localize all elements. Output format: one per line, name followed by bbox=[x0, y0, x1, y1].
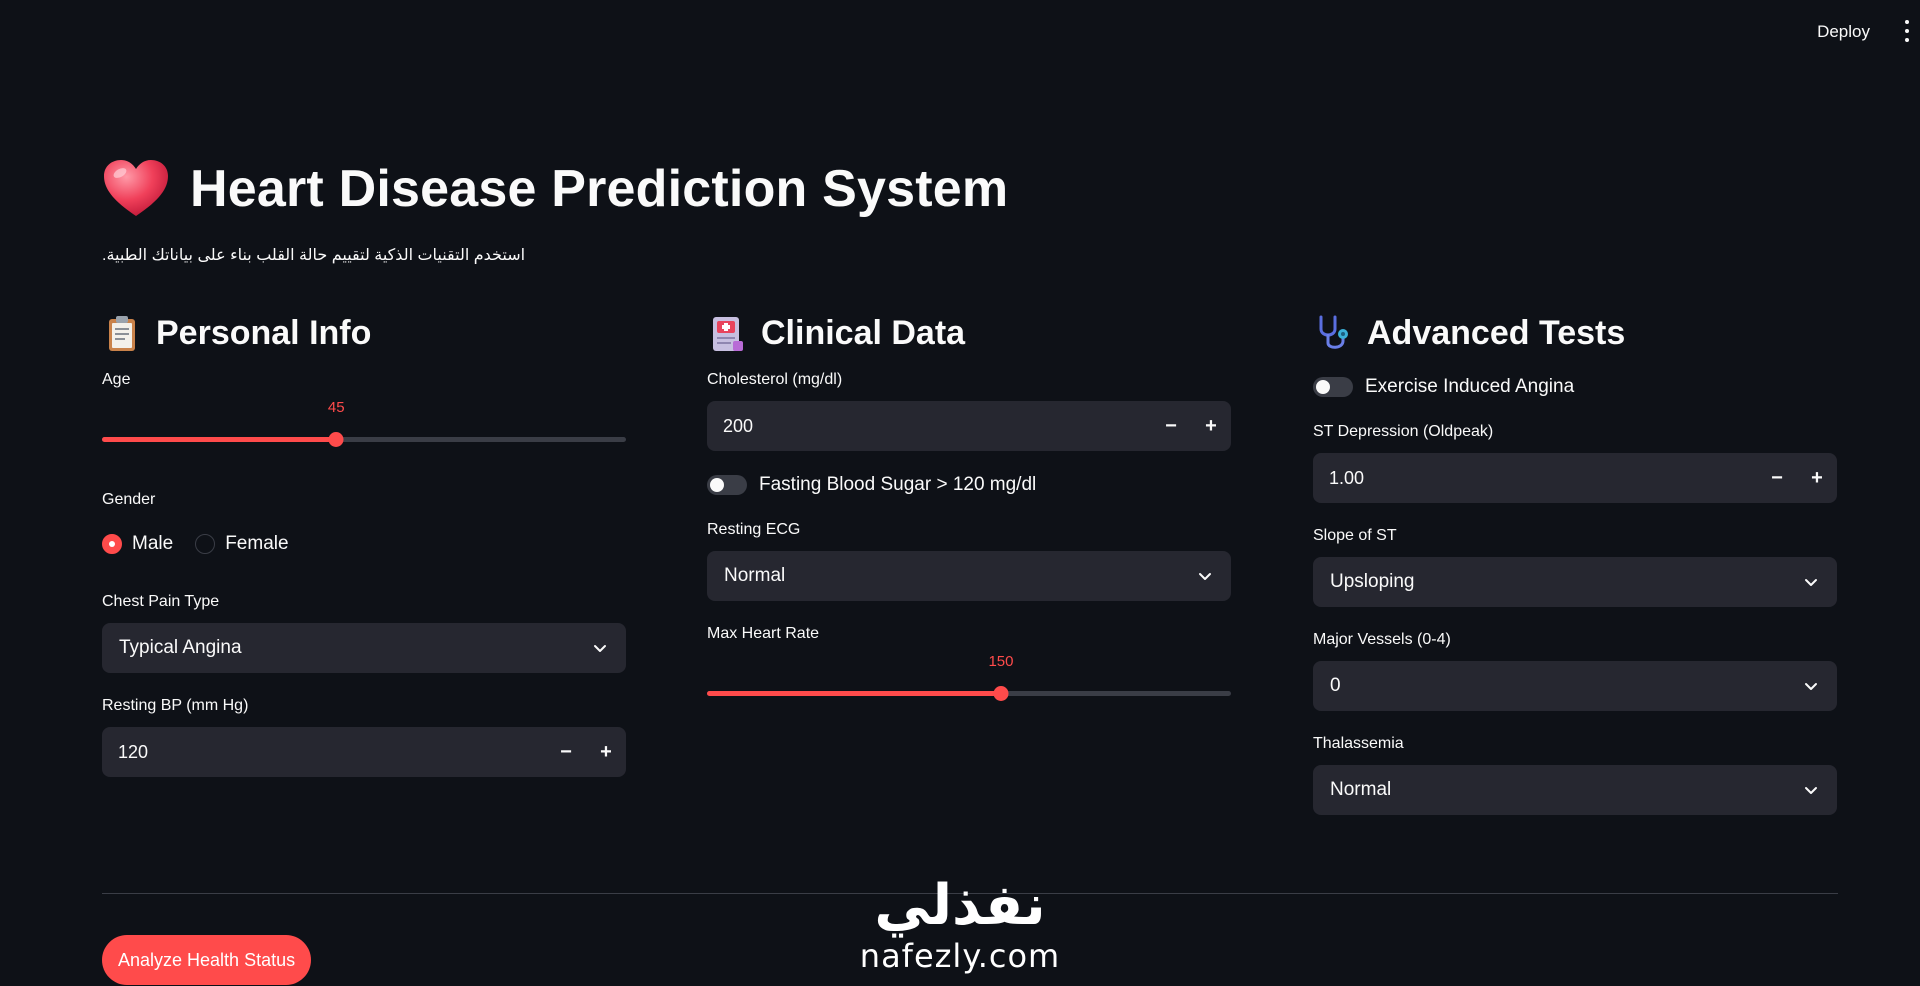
deploy-button[interactable]: Deploy bbox=[1809, 18, 1878, 46]
section-title: Personal Info bbox=[156, 313, 372, 352]
select-value: Typical Angina bbox=[119, 637, 242, 658]
oldpeak-field: ST Depression (Oldpeak) 1.00 − + bbox=[1313, 423, 1837, 503]
max-hr-slider-value: 150 bbox=[988, 653, 1014, 670]
chest-pain-field: Chest Pain Type Typical Angina bbox=[102, 593, 626, 673]
toggle-switch[interactable] bbox=[707, 475, 747, 495]
vessels-select[interactable]: 0 bbox=[1313, 661, 1837, 711]
slider-track[interactable] bbox=[102, 437, 626, 442]
resting-ecg-select[interactable]: Normal bbox=[707, 551, 1231, 601]
slider-thumb[interactable] bbox=[993, 686, 1009, 701]
radio-label: Female bbox=[225, 533, 289, 554]
oldpeak-input[interactable]: 1.00 − + bbox=[1313, 453, 1837, 503]
select-value: Upsloping bbox=[1330, 571, 1415, 592]
resting-ecg-field: Resting ECG Normal bbox=[707, 521, 1231, 601]
oldpeak-label: ST Depression (Oldpeak) bbox=[1313, 423, 1494, 440]
section-header: Clinical Data bbox=[707, 305, 1231, 361]
max-hr-field: Max Heart Rate 150 bbox=[707, 625, 1231, 713]
max-hr-label: Max Heart Rate bbox=[707, 625, 820, 642]
decrement-button[interactable]: − bbox=[1151, 401, 1191, 451]
top-toolbar: Deploy bbox=[0, 0, 1920, 60]
thal-label: Thalassemia bbox=[1313, 735, 1404, 752]
gender-radio-male[interactable]: Male bbox=[102, 533, 173, 555]
thal-select[interactable]: Normal bbox=[1313, 765, 1837, 815]
fasting-sugar-toggle[interactable]: Fasting Blood Sugar > 120 mg/dl bbox=[707, 469, 1231, 501]
slope-label: Slope of ST bbox=[1313, 527, 1397, 544]
number-value[interactable]: 1.00 bbox=[1313, 468, 1757, 489]
radio-dot[interactable] bbox=[195, 534, 216, 554]
clinical-data-section: Clinical Data Cholesterol (mg/dl) 200 − … bbox=[707, 305, 1231, 713]
cholesterol-input[interactable]: 200 − + bbox=[707, 401, 1231, 451]
resting-bp-input[interactable]: 120 − + bbox=[102, 727, 626, 777]
kebab-menu-icon[interactable] bbox=[1900, 18, 1914, 44]
age-field: Age 45 bbox=[102, 371, 626, 459]
increment-button[interactable]: + bbox=[1797, 453, 1837, 503]
chevron-down-icon bbox=[1805, 787, 1817, 794]
age-label: Age bbox=[102, 371, 131, 388]
clipboard-icon bbox=[109, 316, 135, 351]
radio-dot-selected[interactable] bbox=[102, 534, 122, 554]
gender-field: Gender Male Female bbox=[102, 491, 626, 555]
personal-info-section: Personal Info Age 45 Gender Male Female … bbox=[102, 305, 626, 777]
cholesterol-field: Cholesterol (mg/dl) 200 − + bbox=[707, 371, 1231, 451]
toggle-label: Exercise Induced Angina bbox=[1365, 376, 1575, 397]
slope-select[interactable]: Upsloping bbox=[1313, 557, 1837, 607]
watermark-arabic: نفذلي bbox=[874, 873, 1046, 938]
slider-thumb[interactable] bbox=[328, 432, 344, 447]
increment-button[interactable]: + bbox=[586, 727, 626, 777]
decrement-button[interactable]: − bbox=[1757, 453, 1797, 503]
max-hr-slider[interactable]: 150 bbox=[707, 653, 1231, 713]
advanced-tests-section: Advanced Tests Exercise Induced Angina S… bbox=[1313, 305, 1837, 815]
page-header: Heart Disease Prediction System bbox=[102, 158, 1008, 220]
analyze-button[interactable]: Analyze Health Status bbox=[102, 935, 312, 985]
vessels-label: Major Vessels (0-4) bbox=[1313, 631, 1451, 648]
chevron-down-icon bbox=[1805, 683, 1817, 690]
watermark: نفذلي nafezly.com bbox=[852, 876, 1068, 986]
toggle-switch[interactable] bbox=[1313, 377, 1353, 397]
decrement-button[interactable]: − bbox=[546, 727, 586, 777]
slider-track[interactable] bbox=[707, 691, 1231, 696]
vessels-field: Major Vessels (0-4) 0 bbox=[1313, 631, 1837, 711]
slider-fill bbox=[102, 437, 337, 442]
section-header: Personal Info bbox=[102, 305, 626, 361]
thal-field: Thalassemia Normal bbox=[1313, 735, 1837, 815]
cholesterol-label: Cholesterol (mg/dl) bbox=[707, 371, 843, 388]
section-title: Advanced Tests bbox=[1367, 313, 1626, 352]
gender-radio-female[interactable]: Female bbox=[195, 533, 289, 555]
age-slider-value: 45 bbox=[327, 399, 345, 416]
resting-bp-label: Resting BP (mm Hg) bbox=[102, 697, 249, 714]
select-value: 0 bbox=[1330, 675, 1341, 696]
gender-label: Gender bbox=[102, 491, 156, 508]
slope-field: Slope of ST Upsloping bbox=[1313, 527, 1837, 607]
increment-button[interactable]: + bbox=[1191, 401, 1231, 451]
heart-icon bbox=[104, 160, 168, 216]
section-header: Advanced Tests bbox=[1313, 305, 1837, 361]
section-title: Clinical Data bbox=[761, 313, 966, 352]
chest-pain-label: Chest Pain Type bbox=[102, 593, 220, 610]
chevron-down-icon bbox=[1199, 573, 1211, 580]
medical-record-icon bbox=[713, 317, 743, 351]
stethoscope-icon bbox=[1319, 315, 1348, 349]
select-value: Normal bbox=[724, 565, 786, 586]
resting-bp-field: Resting BP (mm Hg) 120 − + bbox=[102, 697, 626, 777]
number-value[interactable]: 200 bbox=[707, 416, 1151, 437]
chevron-down-icon bbox=[1805, 579, 1817, 586]
chest-pain-select[interactable]: Typical Angina bbox=[102, 623, 626, 673]
watermark-latin: nafezly.com bbox=[859, 937, 1061, 975]
page-title: Heart Disease Prediction System bbox=[190, 160, 1009, 218]
chevron-down-icon bbox=[594, 645, 606, 652]
number-value[interactable]: 120 bbox=[102, 742, 546, 763]
slider-fill bbox=[707, 691, 1001, 696]
gender-radio-group: Male Female bbox=[102, 533, 626, 555]
toggle-label: Fasting Blood Sugar > 120 mg/dl bbox=[759, 474, 1037, 495]
page-subtitle: استخدم التقنيات الذكية لتقييم حالة القلب… bbox=[102, 247, 526, 264]
age-slider[interactable]: 45 bbox=[102, 399, 626, 459]
resting-ecg-label: Resting ECG bbox=[707, 521, 801, 538]
radio-label: Male bbox=[132, 533, 174, 554]
select-value: Normal bbox=[1330, 779, 1392, 800]
exercise-angina-toggle[interactable]: Exercise Induced Angina bbox=[1313, 371, 1837, 403]
